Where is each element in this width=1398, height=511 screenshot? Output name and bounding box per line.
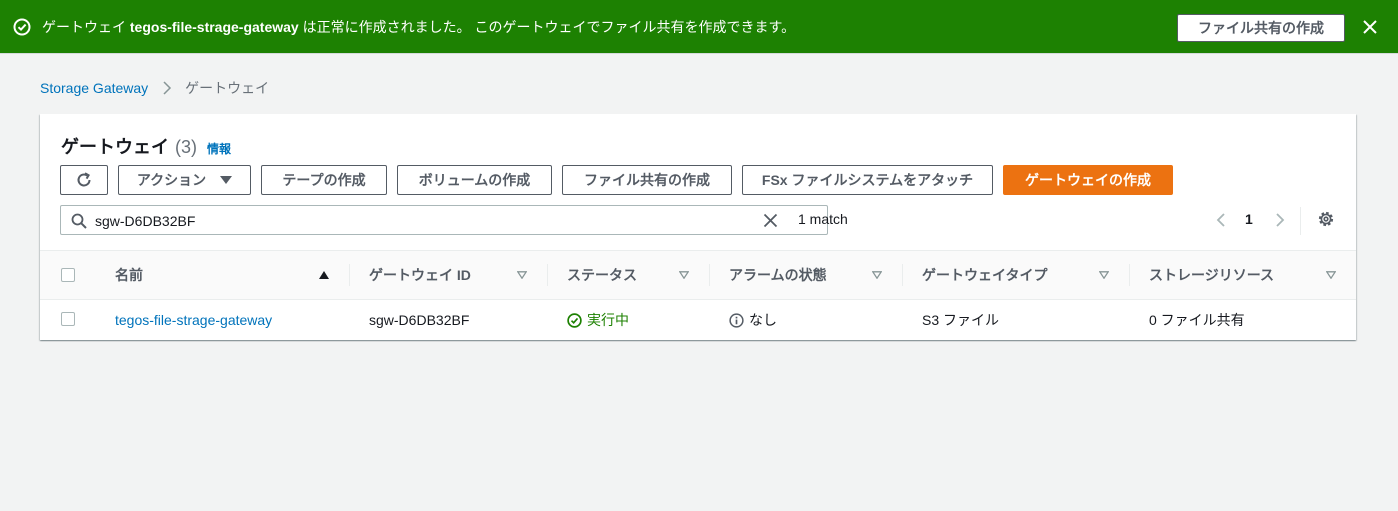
alarm-state-text: なし xyxy=(749,312,777,328)
status-cell: 実行中 xyxy=(567,300,629,340)
flash-message-prefix: ゲートウェイ xyxy=(42,19,130,35)
gateway-name-link[interactable]: tegos-file-strage-gateway xyxy=(115,300,272,340)
column-header-alarm-state[interactable]: アラームの状態 xyxy=(729,251,827,299)
flash-message-suffix: は正常に作成されました。 このゲートウェイでファイル共有を作成できます。 xyxy=(298,19,796,35)
flash-create-fileshare-button[interactable]: ファイル共有の作成 xyxy=(1177,14,1345,42)
clear-icon[interactable] xyxy=(763,213,778,228)
info-link[interactable]: 情報 xyxy=(207,140,231,157)
column-divider xyxy=(902,264,903,286)
attach-fsx-button[interactable]: FSx ファイルシステムをアタッチ xyxy=(742,165,993,195)
search-icon xyxy=(71,213,87,229)
panel-title: ゲートウェイ xyxy=(61,137,169,157)
create-volume-button[interactable]: ボリュームの作成 xyxy=(397,165,552,195)
breadcrumb: Storage Gateway ゲートウェイ xyxy=(40,79,269,97)
select-all-checkbox[interactable] xyxy=(61,268,75,282)
close-icon[interactable] xyxy=(1362,19,1378,35)
panel-count: (3) xyxy=(175,137,197,157)
column-header-status[interactable]: ステータス xyxy=(567,251,637,299)
column-divider xyxy=(349,264,350,286)
gear-icon[interactable] xyxy=(1317,210,1335,228)
column-header-gateway-id[interactable]: ゲートウェイ ID xyxy=(369,251,471,299)
gateway-type-cell: S3 ファイル xyxy=(922,312,1000,328)
chevron-right-icon xyxy=(163,81,172,95)
sort-caret-down-icon[interactable] xyxy=(517,271,527,279)
refresh-button[interactable] xyxy=(60,165,108,195)
create-tape-button[interactable]: テープの作成 xyxy=(261,165,387,195)
create-fileshare-button[interactable]: ファイル共有の作成 xyxy=(562,165,732,195)
row-checkbox[interactable] xyxy=(61,312,75,326)
breadcrumb-current: ゲートウェイ xyxy=(185,80,270,96)
pagination-divider xyxy=(1300,207,1301,235)
search-input[interactable]: sgw-D6DB32BF xyxy=(60,205,828,235)
column-divider xyxy=(547,264,548,286)
sort-caret-down-icon[interactable] xyxy=(679,271,689,279)
sort-caret-down-icon[interactable] xyxy=(1099,271,1109,279)
match-count: 1 match xyxy=(798,211,848,227)
caret-down-icon xyxy=(220,176,233,184)
sort-ascending-icon[interactable] xyxy=(319,271,329,279)
actions-dropdown-button[interactable]: アクション xyxy=(118,165,251,195)
sort-caret-down-icon[interactable] xyxy=(1326,271,1336,279)
pagination-page-1[interactable]: 1 xyxy=(1245,211,1253,227)
status-success-icon xyxy=(567,312,582,328)
flash-message: ゲートウェイ tegos-file-strage-gateway は正常に作成さ… xyxy=(42,18,795,36)
create-gateway-button[interactable]: ゲートウェイの作成 xyxy=(1003,165,1173,195)
alarm-state-cell: なし xyxy=(729,300,777,340)
table-row: tegos-file-strage-gateway sgw-D6DB32BF 実… xyxy=(40,300,1356,340)
table-header: 名前 ゲートウェイ ID ステータス アラームの状態 ゲートウェイタイプ ストレ… xyxy=(40,250,1356,300)
actions-label: アクション xyxy=(136,172,207,188)
panel-header: ゲートウェイ (3) 情報 xyxy=(61,133,231,159)
status-text: 実行中 xyxy=(587,312,629,328)
success-flash-banner: ゲートウェイ tegos-file-strage-gateway は正常に作成さ… xyxy=(0,0,1398,54)
flash-gateway-name: tegos-file-strage-gateway xyxy=(129,19,299,35)
chevron-right-icon[interactable] xyxy=(1274,212,1286,228)
refresh-icon xyxy=(77,172,91,187)
column-divider xyxy=(1129,264,1130,286)
success-check-icon xyxy=(13,18,31,36)
breadcrumb-storage-gateway-link[interactable]: Storage Gateway xyxy=(40,80,148,96)
search-value[interactable]: sgw-D6DB32BF xyxy=(95,212,195,230)
column-header-name[interactable]: 名前 xyxy=(115,251,143,299)
gateway-id-cell: sgw-D6DB32BF xyxy=(369,312,470,328)
column-header-gateway-type[interactable]: ゲートウェイタイプ xyxy=(922,251,1047,299)
column-divider xyxy=(709,264,710,286)
column-header-storage-resources[interactable]: ストレージリソース xyxy=(1149,251,1274,299)
storage-resources-cell: 0 ファイル共有 xyxy=(1149,312,1245,328)
gateways-table-container: ゲートウェイ (3) 情報 アクション テープの作成 ボリュームの作成 ファイル… xyxy=(40,114,1356,340)
info-icon xyxy=(729,312,744,328)
chevron-left-icon[interactable] xyxy=(1215,212,1227,228)
sort-caret-down-icon[interactable] xyxy=(872,271,882,279)
